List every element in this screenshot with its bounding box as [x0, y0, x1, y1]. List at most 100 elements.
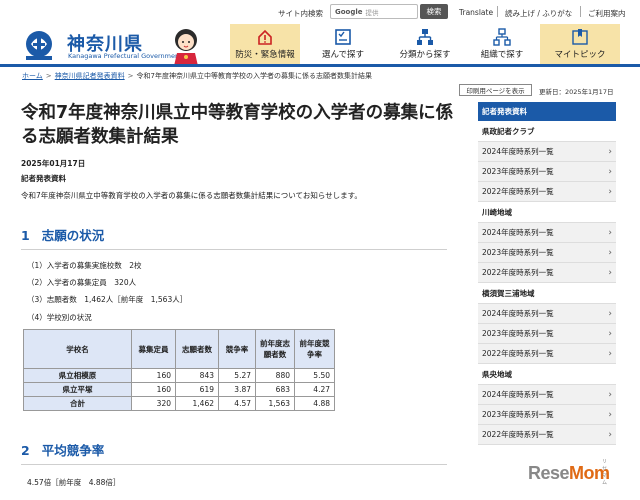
table-cell: 1,462: [175, 396, 219, 411]
divider: [497, 6, 498, 17]
sidebar-item[interactable]: 2023年度時系列一覧 ›: [478, 162, 616, 182]
sidebar-group-title[interactable]: 県央地域: [478, 364, 616, 385]
section-heading-application-status: 1 志願の状況: [21, 225, 447, 250]
sidebar: 記者発表資料 県政記者クラブ 2024年度時系列一覧 › 2023年度時系列一覧 ›…: [478, 102, 616, 445]
chevron-right-icon: ›: [608, 166, 612, 177]
chevron-right-icon: ›: [608, 348, 612, 359]
updated-date: 更新日：2025年1月17日: [539, 88, 614, 96]
sidebar-item[interactable]: 2024年度時系列一覧 ›: [478, 304, 616, 324]
table-cell: 4.88: [294, 396, 335, 411]
section-heading-average-rate: 2 平均競争率: [21, 440, 447, 465]
site-subtitle: Kanagawa Prefectural Government: [68, 52, 182, 60]
table-cell: 3.87: [218, 382, 256, 397]
house-warning-icon: [258, 29, 272, 45]
sidebar-item[interactable]: 2023年度時系列一覧 ›: [478, 324, 616, 344]
column-header: 競争率: [218, 329, 256, 369]
table-cell: 160: [131, 382, 176, 397]
search-brand: Google: [335, 7, 363, 16]
table-cell: 160: [131, 368, 176, 383]
column-header: 前年度競争率: [294, 329, 335, 369]
organization-icon: [493, 28, 511, 46]
intro-text: 令和7年度神奈川県立中等教育学校の入学者の募集に係る志願者数集計結果についてお知…: [21, 191, 362, 200]
table-cell: 県立平塚: [23, 382, 132, 397]
checklist-icon: [335, 29, 351, 45]
breadcrumb: ホーム > 神奈川県記者発表資料 > 令和7年度神奈川県立中等教育学校の入学者の募集に係…: [22, 71, 372, 81]
table-cell: 683: [255, 382, 295, 397]
sidebar-item[interactable]: 2024年度時系列一覧 ›: [478, 385, 616, 405]
sidebar-group-title[interactable]: 川崎地域: [478, 202, 616, 223]
nav-emergency[interactable]: 防災・緊急情報: [230, 24, 300, 64]
nav-choose[interactable]: 選んで探す: [302, 24, 384, 64]
sidebar-item[interactable]: 2024年度時系列一覧 ›: [478, 142, 616, 162]
divider: [580, 6, 581, 17]
table-header-row: 学校名 募集定員 志願者数 競争率 前年度志願者数 前年度競争率: [23, 329, 335, 369]
list-item: （2）入学者の募集定員 320人: [27, 278, 137, 287]
chevron-right-icon: ›: [608, 328, 612, 339]
list-item: （4）学校別の状況: [27, 313, 92, 322]
column-header: 前年度志願者数: [255, 329, 295, 369]
nav-organization[interactable]: 組織で探す: [466, 24, 538, 64]
resemom-watermark-logo: ReseMom リセマム: [528, 459, 610, 486]
chevron-right-icon: ›: [608, 146, 612, 157]
sidebar-item[interactable]: 2023年度時系列一覧 ›: [478, 405, 616, 425]
table-cell: 県立相模原: [23, 368, 132, 383]
category-tree-icon: [417, 29, 433, 45]
chevron-right-icon: ›: [608, 308, 612, 319]
breadcrumb-press-releases[interactable]: 神奈川県記者発表資料: [55, 72, 125, 80]
list-item: （1）入学者の募集実施校数 2校: [27, 261, 142, 270]
nav-label: 選んで探す: [321, 50, 365, 60]
table-row: 県立平塚 160 619 3.87 683 4.27: [23, 382, 335, 397]
sidebar-item[interactable]: 2022年度時系列一覧 ›: [478, 182, 616, 202]
table-cell: 合計: [23, 396, 132, 411]
page-title: 令和7年度神奈川県立中等教育学校の入学者の募集に係る志願者数集計結果: [21, 103, 454, 147]
chevron-right-icon: ›: [608, 409, 612, 420]
nav-label: 防災・緊急情報: [235, 50, 295, 60]
nav-label: 分類から探す: [399, 50, 451, 60]
chevron-right-icon: ›: [608, 227, 612, 238]
chevron-right-icon: ›: [608, 247, 612, 258]
column-header: 募集定員: [131, 329, 176, 369]
print-page-button[interactable]: 印刷用ページを表示: [459, 84, 532, 96]
site-header: 神奈川県 Kanagawa Prefectural Government 防災・…: [0, 24, 640, 66]
sidebar-heading[interactable]: 記者発表資料: [478, 102, 616, 121]
table-cell: 320: [131, 396, 176, 411]
breadcrumb-current: 令和7年度神奈川県立中等教育学校の入学者の募集に係る志願者数集計結果: [136, 72, 372, 80]
nav-my-topic[interactable]: マイトピック: [540, 24, 620, 64]
sidebar-group-title[interactable]: 横須賀三浦地域: [478, 283, 616, 304]
list-item: （3）志願者数 1,462人［前年度 1,563人］: [27, 295, 188, 304]
table-cell: 843: [175, 368, 219, 383]
sidebar-item[interactable]: 2022年度時系列一覧 ›: [478, 263, 616, 283]
publication-type: 記者発表資料: [21, 174, 66, 183]
breadcrumb-home[interactable]: ホーム: [22, 72, 43, 80]
search-placeholder: 提供: [365, 8, 379, 17]
header-divider: [0, 64, 640, 67]
read-aloud-link[interactable]: 読み上げ / ふりがな: [505, 8, 572, 19]
bookmark-icon: [572, 29, 588, 45]
table-cell: 4.27: [294, 382, 335, 397]
nav-category[interactable]: 分類から探す: [386, 24, 464, 64]
sidebar-group-title[interactable]: 県政記者クラブ: [478, 121, 616, 142]
table-cell: 1,563: [255, 396, 295, 411]
guide-link[interactable]: ご利用案内: [588, 8, 626, 19]
sidebar-item[interactable]: 2022年度時系列一覧 ›: [478, 425, 616, 445]
chevron-right-icon: ›: [608, 186, 612, 197]
table-total-row: 合計 320 1,462 4.57 1,563 4.88: [23, 396, 335, 411]
table-row: 県立相模原 160 843 5.27 880 5.50: [23, 368, 335, 383]
chevron-right-icon: ›: [608, 429, 612, 440]
utility-bar: サイト内検索 Google 提供 検索 Translate 読み上げ / ふりが…: [0, 0, 640, 24]
table-cell: 619: [175, 382, 219, 397]
sidebar-item[interactable]: 2023年度時系列一覧 ›: [478, 243, 616, 263]
school-results-table: 学校名 募集定員 志願者数 競争率 前年度志願者数 前年度競争率 県立相模原 1…: [23, 329, 335, 411]
search-button[interactable]: 検索: [420, 4, 448, 19]
table-cell: 5.27: [218, 368, 256, 383]
breadcrumb-separator: >: [127, 72, 134, 80]
sidebar-item[interactable]: 2022年度時系列一覧 ›: [478, 344, 616, 364]
site-search-label: サイト内検索: [278, 9, 323, 18]
search-input[interactable]: Google 提供: [330, 4, 418, 19]
prefecture-logo-icon[interactable]: [22, 29, 62, 61]
sidebar-item[interactable]: 2024年度時系列一覧 ›: [478, 223, 616, 243]
translate-link[interactable]: Translate: [459, 8, 493, 17]
mascot-icon: [174, 29, 198, 66]
publish-date: 2025年01月17日: [21, 159, 86, 168]
nav-label: 組織で探す: [480, 50, 524, 60]
